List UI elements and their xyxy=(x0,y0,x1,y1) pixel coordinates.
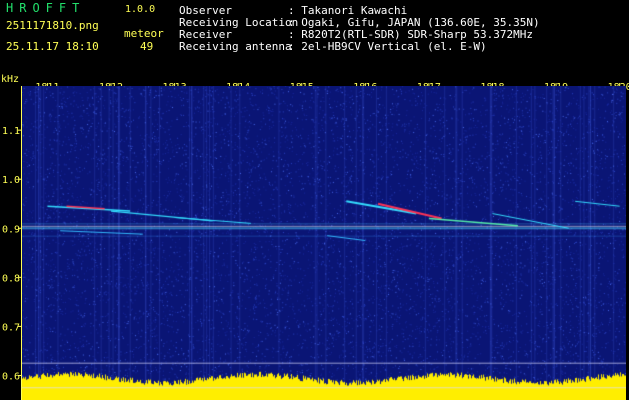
y-tick-label: 0.7 xyxy=(2,322,20,333)
meteor-label: meteor xyxy=(124,27,164,40)
date-time: 25.11.17 18:10 xyxy=(6,40,99,53)
antenna-label: Receiving antenna xyxy=(179,40,292,53)
header-panel: HROFFT 1.0.0 2511171810.png meteor 25.11… xyxy=(0,0,629,72)
spectrogram-canvas xyxy=(22,86,626,400)
y-unit-label: kHz xyxy=(1,74,20,85)
y-tick-label: 0.9 xyxy=(2,224,20,235)
y-tick-label: 1.1 xyxy=(2,126,20,137)
y-tick-label: 0.6 xyxy=(2,371,20,382)
antenna-value: : 2el-HB9CV Vertical (el. E-W) xyxy=(288,40,487,53)
meteor-count: 49 xyxy=(140,40,154,53)
y-tick-label: 0.8 xyxy=(2,273,20,284)
file-name: 2511171810.png xyxy=(6,19,99,32)
y-tick-label: 1.0 xyxy=(2,175,20,186)
app-version: 1.0.0 xyxy=(125,4,156,15)
app-title: HROFFT xyxy=(6,1,86,15)
